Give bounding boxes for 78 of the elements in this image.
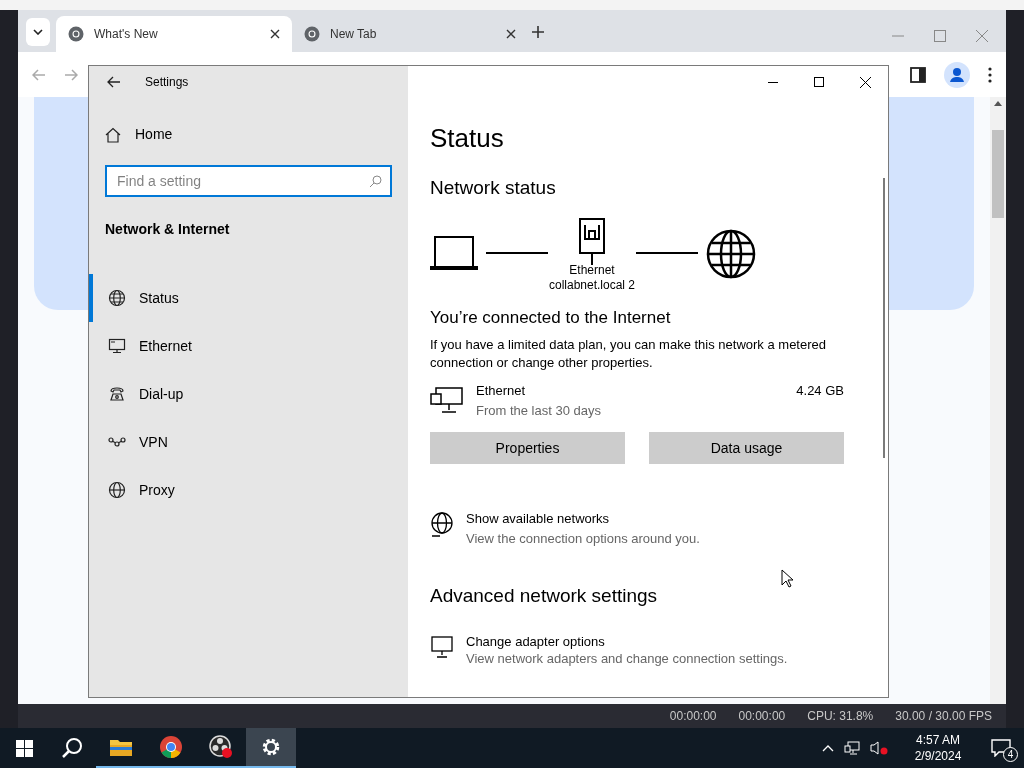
minimize-icon <box>768 81 778 83</box>
window-title: Settings <box>145 74 189 91</box>
link-title: Change adapter options <box>466 632 606 650</box>
side-panel-icon[interactable] <box>910 66 926 83</box>
globe-icon <box>430 512 454 538</box>
page-title: Status <box>430 122 505 154</box>
nav-item[interactable]: Proxy <box>89 466 408 514</box>
notification-icon[interactable] <box>991 739 1011 757</box>
folder-icon <box>109 737 133 757</box>
link-detail: View the connection options around you. <box>466 530 700 548</box>
tab-title: New Tab <box>330 26 378 43</box>
maximize-icon <box>814 77 824 87</box>
nav-item[interactable]: Ethernet <box>89 322 408 370</box>
monitor-icon <box>430 634 454 659</box>
section-heading: Advanced network settings <box>430 584 659 608</box>
status-text: 30.00 / 30.00 FPS <box>895 708 992 725</box>
network-icon[interactable] <box>844 741 860 755</box>
home-link[interactable]: Home <box>105 124 408 145</box>
network-name: collabnet.local 2 <box>548 277 636 293</box>
close-icon[interactable] <box>270 29 280 39</box>
usage-name: Ethernet <box>476 382 527 400</box>
recorder-icon <box>208 734 234 760</box>
laptop-icon <box>430 234 478 271</box>
link-detail: View network adapters and change connection settings. <box>466 649 788 667</box>
scroll-up-icon[interactable] <box>994 101 1002 106</box>
speaker-muted-icon[interactable] <box>870 741 888 755</box>
action-button[interactable]: Data usage <box>649 432 844 464</box>
usage-detail: From the last 30 days <box>476 402 602 420</box>
globe-icon <box>108 289 126 307</box>
nav-item[interactable]: VPN <box>89 418 408 466</box>
status-text: CPU: 31.8% <box>807 708 874 725</box>
description-text: If you have a limited data plan, you can make this network a metered connection or change other properties. <box>430 336 827 372</box>
plus-icon[interactable] <box>532 26 544 38</box>
search-icon <box>61 737 83 759</box>
close-icon[interactable] <box>506 29 516 39</box>
back-icon[interactable] <box>107 76 121 88</box>
monitor-icon <box>430 386 464 414</box>
tab-search-button[interactable] <box>26 18 50 46</box>
phone-icon <box>108 385 126 403</box>
chrome-icon <box>68 26 84 42</box>
status-text: 00:00:00 <box>669 708 717 725</box>
status-text: 00:00:00 <box>738 708 786 725</box>
settings-link[interactable]: Show available networks View the connection options around you. <box>430 510 844 548</box>
taskbar-app[interactable] <box>246 728 296 768</box>
profile-icon[interactable] <box>944 61 970 88</box>
pointer-icon <box>781 569 793 588</box>
notification-count: 4 <box>1003 747 1018 762</box>
close-icon <box>859 76 871 88</box>
browser-tab[interactable]: What's New <box>56 16 292 52</box>
globe-icon <box>108 481 126 499</box>
menu-icon[interactable] <box>988 66 992 83</box>
ethernet-port-icon <box>578 216 606 265</box>
chevron-up-icon[interactable] <box>822 744 834 752</box>
monitor-icon <box>108 337 126 355</box>
connection-heading: You’re connected to the Internet <box>430 306 672 329</box>
link-title: Show available networks <box>466 510 611 528</box>
search-field[interactable]: Find a setting <box>105 165 392 197</box>
windows-icon <box>15 739 33 757</box>
gear-icon <box>260 736 282 758</box>
clock-date[interactable]: 2/9/2024 <box>914 748 962 764</box>
maximize-icon[interactable] <box>934 30 946 42</box>
section-heading: Network status <box>430 176 557 200</box>
browser-icon <box>159 735 183 759</box>
chevron-down-icon <box>33 29 43 35</box>
house-icon <box>105 126 121 143</box>
usage-amount: 4.24 GB <box>796 382 844 400</box>
browser-tab[interactable]: New Tab <box>292 16 528 52</box>
nav-item[interactable]: Dial-up <box>89 370 408 418</box>
search-icon <box>369 175 382 188</box>
chrome-icon <box>304 26 320 42</box>
action-button[interactable]: Properties <box>430 432 625 464</box>
globe-icon <box>706 228 756 279</box>
clock-time[interactable]: 4:57 AM <box>916 732 960 748</box>
section-heading: Network & Internet <box>105 220 231 239</box>
adapter-label: Ethernet <box>569 262 615 278</box>
scrollbar-thumb[interactable] <box>992 130 1004 218</box>
settings-link[interactable]: Change adapter options View network adapters and change connection settings. <box>430 632 844 667</box>
tab-title: What's New <box>94 26 159 43</box>
